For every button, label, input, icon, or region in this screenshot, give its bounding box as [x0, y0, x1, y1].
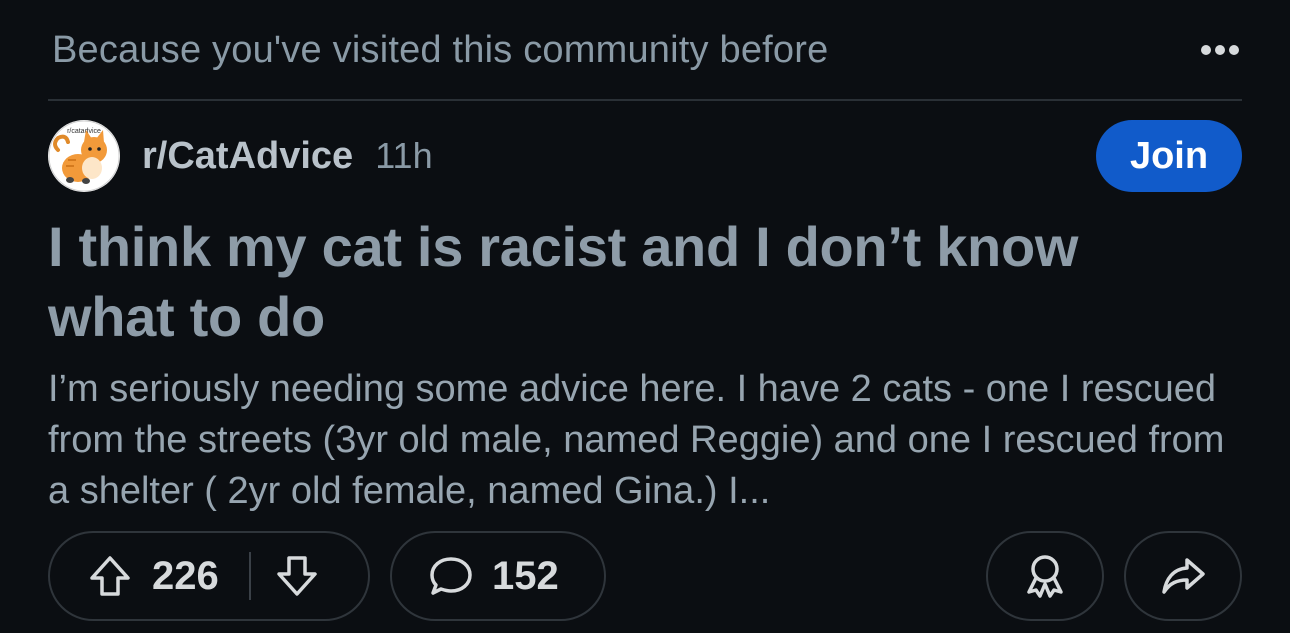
more-horizontal-icon [1200, 44, 1240, 56]
comment-count: 152 [492, 553, 559, 598]
award-button[interactable] [986, 531, 1104, 621]
share-arrow-icon [1159, 554, 1207, 598]
post-age: 11h [375, 135, 433, 176]
feed-reason-text: Because you've visited this community be… [52, 28, 829, 71]
feed-reason-row: Because you've visited this community be… [52, 24, 1242, 76]
arrow-up-icon [88, 554, 132, 598]
post-title[interactable]: I think my cat is racist and I don’t kno… [48, 212, 1198, 352]
avatar-lettering: r/catadvice [67, 128, 101, 135]
vote-count: 226 [152, 553, 219, 598]
upvote-button[interactable] [88, 554, 132, 598]
join-button[interactable]: Join [1096, 120, 1242, 192]
post-meta: r/catadvice r/CatAdvice 11h Join [48, 120, 1242, 192]
community-name-link[interactable]: r/CatAdvice [142, 135, 353, 178]
post-actions-bar: 226 152 [48, 529, 1242, 623]
divider [48, 99, 1242, 101]
vote-control: 226 [48, 531, 370, 621]
arrow-down-icon [275, 554, 319, 598]
vote-separator [248, 552, 251, 600]
speech-bubble-icon [428, 554, 474, 598]
share-button[interactable] [1124, 531, 1242, 621]
downvote-button[interactable] [275, 554, 319, 598]
post-body-preview[interactable]: I’m seriously needing some advice here. … [48, 364, 1248, 517]
community-avatar[interactable]: r/catadvice [48, 120, 120, 192]
more-options-button[interactable] [1198, 28, 1242, 72]
award-ribbon-icon [1023, 552, 1067, 600]
comments-button[interactable]: 152 [390, 531, 606, 621]
